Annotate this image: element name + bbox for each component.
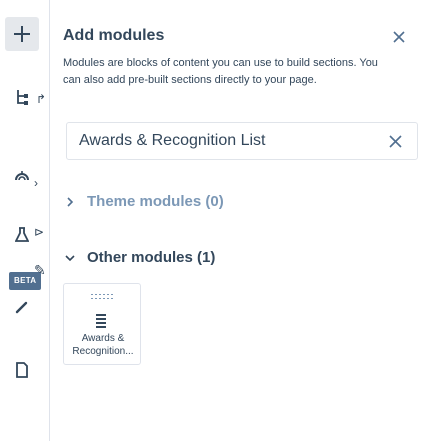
close-icon	[389, 135, 402, 148]
pen-icon	[15, 301, 28, 314]
edit-icon: ✎	[34, 262, 46, 278]
chevron-right-icon	[67, 196, 74, 207]
chevron-down-icon	[65, 254, 75, 261]
theme-icon	[15, 171, 29, 181]
history-icon: ⊳	[34, 225, 45, 239]
page-settings-button[interactable]	[5, 353, 39, 387]
left-rail: ↱ › ⊳ BETA ✎	[0, 0, 50, 441]
module-card[interactable]: Awards & Recognition...	[63, 283, 141, 365]
close-button[interactable]	[391, 29, 407, 45]
panel-description: Modules are blocks of content you can us…	[63, 57, 378, 86]
page-icon	[16, 362, 28, 378]
pen-button[interactable]	[5, 290, 39, 324]
tree-icon	[17, 90, 28, 105]
other-modules-toggle[interactable]: Other modules (1)	[63, 249, 215, 266]
module-label: Awards & Recognition...	[72, 333, 134, 357]
clear-search-button[interactable]	[387, 133, 404, 150]
flask-icon	[15, 227, 29, 242]
add-modules-panel: Add modules Modules are blocks of conten…	[50, 0, 443, 441]
search-input[interactable]	[79, 123, 369, 159]
plus-icon	[14, 26, 30, 42]
theme-button[interactable]	[5, 158, 39, 192]
theme-modules-toggle[interactable]: Theme modules (0)	[63, 193, 224, 210]
close-icon	[393, 31, 405, 43]
layout-tree-button[interactable]	[5, 80, 39, 114]
section-label: Other modules (1)	[87, 249, 216, 266]
search-field[interactable]	[66, 122, 418, 160]
add-modules-button[interactable]	[5, 17, 39, 51]
panel-title: Add modules	[63, 27, 165, 44]
list-module-icon	[91, 294, 113, 328]
section-label: Theme modules (0)	[87, 193, 224, 210]
